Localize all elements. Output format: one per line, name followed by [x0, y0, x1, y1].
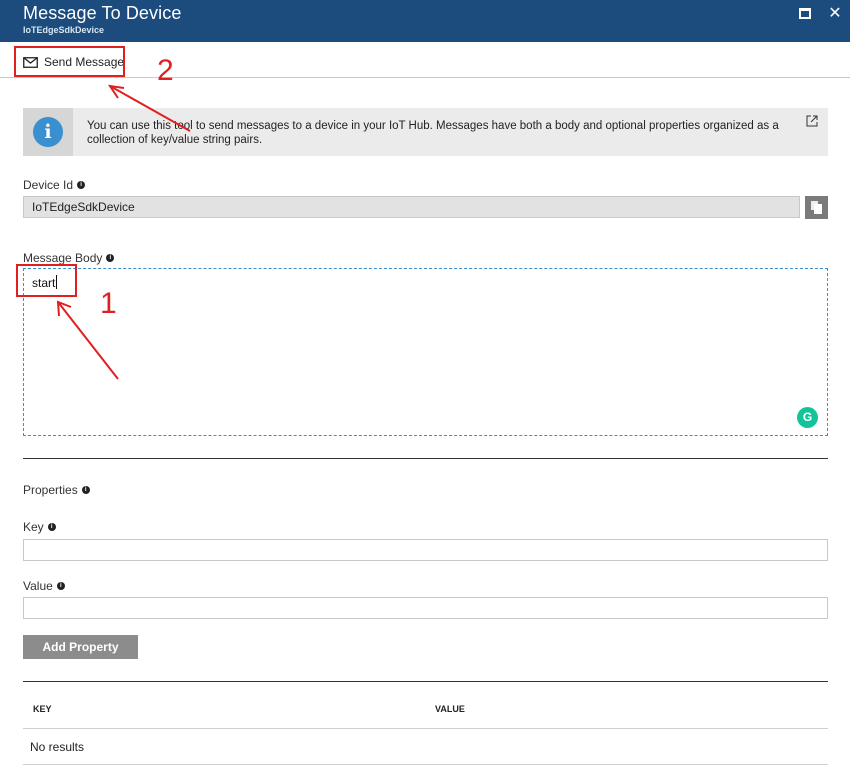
divider: [23, 458, 828, 459]
toolbar: Send Message: [0, 42, 850, 78]
properties-label: Properties i: [23, 483, 90, 497]
window-subtitle: IoTEdgeSdkDevice: [23, 25, 105, 35]
copy-button[interactable]: [805, 196, 828, 219]
message-body-label: Message Body i: [23, 251, 115, 265]
close-icon[interactable]: ✕: [826, 6, 844, 22]
info-icon: i: [47, 523, 56, 531]
annotation-box-send: [14, 46, 125, 77]
info-icon: i: [81, 486, 90, 494]
column-header-key[interactable]: KEY: [33, 704, 52, 714]
value-input[interactable]: [23, 597, 828, 619]
info-icon: i: [33, 117, 63, 147]
window-title: Message To Device: [23, 3, 182, 23]
annotation-box-body: [16, 264, 77, 297]
message-body-textarea[interactable]: start: [23, 268, 828, 436]
info-banner: i You can use this tool to send messages…: [23, 108, 828, 156]
grammarly-icon[interactable]: G: [797, 407, 818, 428]
title-bar: Message To Device IoTEdgeSdkDevice ✕: [0, 0, 850, 42]
annotation-number-2: 2: [157, 54, 174, 87]
empty-table-message: No results: [30, 740, 85, 754]
key-label: Key i: [23, 520, 56, 534]
info-text: You can use this tool to send messages t…: [87, 120, 779, 146]
external-link-icon[interactable]: [806, 115, 818, 127]
device-id-label: Device Id i: [23, 178, 86, 192]
key-input[interactable]: [23, 539, 828, 561]
copy-icon: [811, 201, 822, 214]
maximize-icon[interactable]: [797, 6, 815, 22]
column-header-value[interactable]: VALUE: [435, 704, 465, 714]
device-id-field[interactable]: IoTEdgeSdkDevice: [23, 196, 800, 218]
divider: [23, 681, 828, 682]
info-icon: i: [77, 181, 86, 189]
value-label: Value i: [23, 579, 65, 593]
table-divider: [23, 728, 828, 729]
annotation-number-1: 1: [100, 287, 117, 320]
info-icon: i: [106, 254, 115, 262]
add-property-button[interactable]: Add Property: [23, 635, 138, 659]
table-divider: [23, 764, 828, 765]
info-icon: i: [56, 582, 65, 590]
